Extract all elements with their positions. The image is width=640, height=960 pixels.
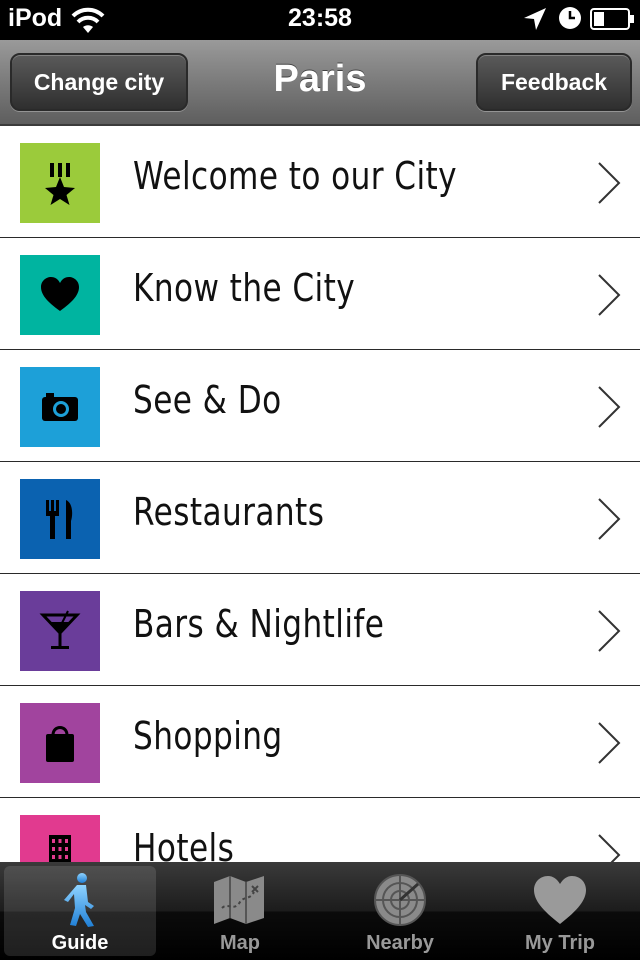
- list-item-hotels[interactable]: Hotels: [0, 798, 640, 862]
- guide-menu-list: Welcome to our City Know the City See & …: [0, 126, 640, 862]
- list-item-label: Welcome to our City: [133, 154, 458, 198]
- list-item-shopping[interactable]: Shopping: [0, 686, 640, 798]
- heart-icon: [534, 876, 586, 924]
- map-icon: [214, 876, 264, 924]
- list-item-know-the-city[interactable]: Know the City: [0, 238, 640, 350]
- tab-guide[interactable]: Guide: [4, 866, 156, 956]
- chevron-right-icon: [598, 162, 621, 204]
- category-tile: [20, 703, 100, 783]
- category-tile: [20, 815, 100, 862]
- list-item-label: Bars & Nightlife: [133, 602, 385, 646]
- battery-icon: [590, 8, 634, 30]
- chevron-right-icon: [598, 610, 621, 652]
- category-tile: [20, 479, 100, 559]
- camera-icon: [42, 393, 78, 421]
- shopping-bag-icon: [46, 726, 74, 762]
- chevron-right-icon: [598, 274, 621, 316]
- list-item-see-and-do[interactable]: See & Do: [0, 350, 640, 462]
- walking-person-icon: [64, 873, 94, 927]
- feedback-button[interactable]: Feedback: [476, 53, 632, 111]
- medal-star-icon: [45, 163, 75, 205]
- tab-label: Guide: [51, 932, 109, 954]
- list-item-bars-nightlife[interactable]: Bars & Nightlife: [0, 574, 640, 686]
- chevron-right-icon: [598, 722, 621, 764]
- tab-label: Nearby: [366, 932, 434, 954]
- category-tile: [20, 255, 100, 335]
- status-bar: iPod 23:58: [0, 0, 640, 40]
- category-tile: [20, 591, 100, 671]
- tab-map[interactable]: Map: [164, 866, 316, 956]
- location-arrow-icon: [524, 8, 546, 30]
- tab-my-trip[interactable]: My Trip: [484, 866, 636, 956]
- fork-knife-icon: [46, 500, 73, 539]
- list-item-label: Know the City: [133, 266, 356, 310]
- list-item-label: Restaurants: [133, 490, 325, 534]
- list-item-restaurants[interactable]: Restaurants: [0, 462, 640, 574]
- category-tile: [20, 143, 100, 223]
- list-item-label: Shopping: [133, 714, 283, 758]
- navigation-bar: Change city Paris Feedback: [0, 40, 640, 126]
- building-icon: [49, 835, 71, 862]
- tab-bar: Guide Map Nearby My Trip: [0, 862, 640, 960]
- category-tile: [20, 367, 100, 447]
- tab-nearby[interactable]: Nearby: [324, 866, 476, 956]
- chevron-right-icon: [598, 386, 621, 428]
- page-title: Paris: [273, 58, 367, 100]
- chevron-right-icon: [598, 834, 621, 862]
- list-item-label: See & Do: [133, 378, 282, 422]
- chevron-right-icon: [598, 498, 621, 540]
- tab-label: Map: [220, 932, 260, 954]
- change-city-button[interactable]: Change city: [10, 53, 188, 111]
- radar-icon: [374, 874, 426, 926]
- list-item-welcome[interactable]: Welcome to our City: [0, 126, 640, 238]
- heart-icon: [41, 277, 79, 311]
- list-item-label: Hotels: [133, 826, 235, 862]
- tab-label: My Trip: [524, 932, 595, 954]
- clock-icon: [559, 7, 581, 29]
- cocktail-icon: [39, 610, 81, 649]
